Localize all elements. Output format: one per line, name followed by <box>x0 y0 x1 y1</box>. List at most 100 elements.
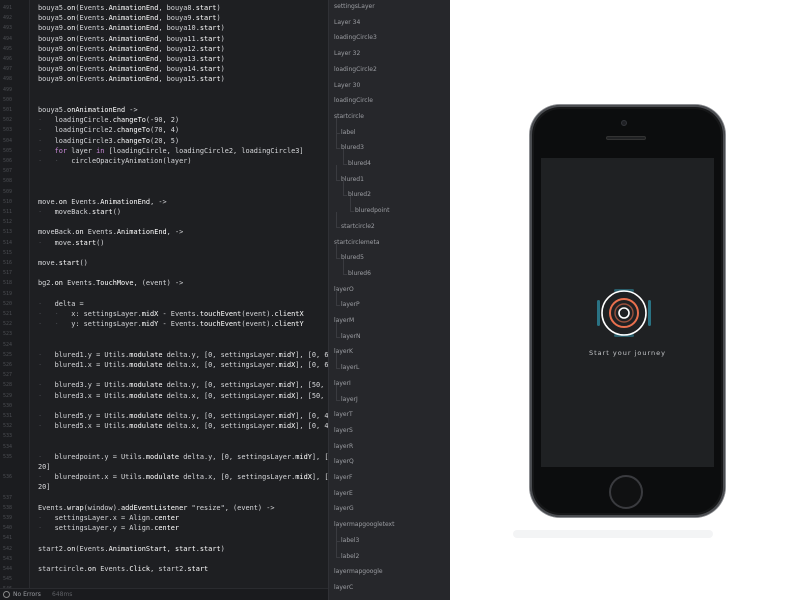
layer-item[interactable]: startcircle2 <box>341 222 375 231</box>
layer-item[interactable]: Layer 34 <box>334 18 360 27</box>
status-label: No Errors <box>13 591 41 598</box>
code-line[interactable]: move.start() <box>38 258 88 268</box>
code-line[interactable]: Events.wrap(window).addEventListener "re… <box>38 503 275 513</box>
layer-item[interactable]: settingsLayer <box>334 2 375 11</box>
code-line[interactable]: · bluredpoint.y = Utils.modulate delta.y… <box>38 452 328 462</box>
status-bar: No Errors 648ms <box>0 588 328 600</box>
code-line[interactable]: bouya9.on(Events.AnimationEnd, bouya14.s… <box>38 64 225 74</box>
code-line[interactable]: bouya9.on(Events.AnimationEnd, bouya11.s… <box>38 34 225 44</box>
line-number: 517 <box>3 270 13 277</box>
layer-item[interactable]: Layer 30 <box>334 81 360 90</box>
line-number: 494 <box>3 35 13 42</box>
code-line[interactable]: · moveBack.start() <box>38 207 121 217</box>
code-line[interactable]: · loadingCircle.changeTo(-90, 2) <box>38 115 179 125</box>
loading-ring-inner <box>614 303 634 323</box>
layer-item[interactable]: layermapgoogle <box>334 567 383 576</box>
code-line[interactable]: · blured1.y = Utils.modulate delta.y, [0… <box>38 350 328 360</box>
code-line[interactable]: · · circleOpacityAnimation(layer) <box>38 156 192 166</box>
code-line[interactable]: 20] <box>38 482 50 492</box>
line-number: 497 <box>3 66 13 73</box>
code-line[interactable]: · bluredpoint.x = Utils.modulate delta.x… <box>38 472 328 482</box>
line-number: 507 <box>3 168 13 175</box>
code-line[interactable]: · for layer in [loadingCircle, loadingCi… <box>38 146 304 156</box>
code-line[interactable]: · loadingCircle3.changeTo(20, 5) <box>38 136 179 146</box>
layer-item[interactable]: blured4 <box>348 159 371 168</box>
code-line[interactable]: · blured5.y = Utils.modulate delta.y, [0… <box>38 411 328 421</box>
code-line[interactable]: · blured3.y = Utils.modulate delta.y, [0… <box>38 380 328 390</box>
layer-item[interactable]: layerF <box>334 473 353 482</box>
code-line[interactable]: bouya5.on(Events.AnimationEnd, bouya9.st… <box>38 13 221 23</box>
layer-item[interactable]: layerT <box>334 410 353 419</box>
layer-item[interactable]: blured6 <box>348 269 371 278</box>
code-editor[interactable]: 491 492 493 494 495 496 497 498 499 500 501 502 503 5… <box>0 0 328 600</box>
layer-item[interactable]: layerC <box>334 583 353 592</box>
line-number: 506 <box>3 158 13 164</box>
layer-item[interactable]: layerS <box>334 426 353 435</box>
center-point <box>618 307 630 319</box>
code-line[interactable]: · · y: settingsLayer.midY - Events.touch… <box>38 319 304 329</box>
layer-item[interactable]: layerP <box>341 300 360 309</box>
code-line[interactable]: · delta = <box>38 299 84 309</box>
layer-item[interactable]: layerJ <box>341 395 358 404</box>
layer-item[interactable]: layermapgoogletext <box>334 520 394 529</box>
code-line[interactable]: 20] <box>38 462 50 472</box>
home-button[interactable] <box>609 475 643 509</box>
code-line[interactable]: bouya9.on(Events.AnimationEnd, bouya13.s… <box>38 54 225 64</box>
line-number: 499 <box>3 86 13 93</box>
layer-item[interactable]: Layer 32 <box>334 49 360 58</box>
layer-item[interactable]: layerE <box>334 489 353 498</box>
line-number: 533 <box>3 433 13 440</box>
code-line[interactable]: moveBack.on Events.AnimationEnd, -> <box>38 227 183 237</box>
layer-item[interactable]: blured1 <box>341 175 364 184</box>
start-circle-button[interactable] <box>594 288 654 338</box>
line-number: 519 <box>3 290 13 297</box>
line-number: 520 <box>3 300 13 307</box>
layer-item[interactable]: blured2 <box>348 190 371 199</box>
line-number: 511 <box>3 209 13 215</box>
line-number: 504 <box>3 137 13 144</box>
code-line[interactable]: · blured3.x = Utils.modulate delta.x, [0… <box>38 391 328 401</box>
layer-item[interactable]: layerG <box>334 504 354 513</box>
tree-connector <box>350 211 354 213</box>
code-line[interactable]: bg2.on Events.TouchMove, (event) -> <box>38 278 183 288</box>
code-line[interactable]: · blured1.x = Utils.modulate delta.x, [0… <box>38 360 328 370</box>
loading-ring <box>609 298 639 328</box>
code-line[interactable]: · blured5.x = Utils.modulate delta.x, [0… <box>38 421 328 431</box>
layer-item[interactable]: layerR <box>334 442 353 451</box>
tree-connector <box>336 353 337 369</box>
layer-item[interactable]: blured5 <box>341 253 364 262</box>
layer-item[interactable]: layerM <box>334 316 354 325</box>
code-line[interactable]: bouya9.on(Events.AnimationEnd, bouya15.s… <box>38 74 225 84</box>
line-number: 496 <box>3 56 13 62</box>
code-line[interactable]: bouya5.on(Events.AnimationEnd, bouya8.st… <box>38 3 221 13</box>
code-line[interactable]: bouya9.on(Events.AnimationEnd, bouya12.s… <box>38 44 225 54</box>
layer-item[interactable]: label2 <box>341 552 359 561</box>
code-line[interactable]: · settingsLayer.x = Align.center <box>38 513 179 523</box>
code-line[interactable]: startcircle.on Events.Click, start2.star… <box>38 564 208 574</box>
layer-item[interactable]: label <box>341 128 356 137</box>
line-number: 493 <box>3 25 13 32</box>
line-number: 498 <box>3 76 13 83</box>
layer-item[interactable]: bluredpoint <box>355 206 389 215</box>
layer-item[interactable]: loadingCircle3 <box>334 33 377 42</box>
layer-item[interactable]: loadingCircle <box>334 96 373 105</box>
code-line[interactable]: · move.start() <box>38 238 104 248</box>
layer-item[interactable]: layerN <box>341 332 361 341</box>
tree-connector <box>336 211 337 227</box>
code-line[interactable]: · settingsLayer.y = Align.center <box>38 523 179 533</box>
layer-item[interactable]: layerQ <box>334 457 354 466</box>
code-line[interactable]: bouya9.on(Events.AnimationEnd, bouya10.s… <box>38 23 225 33</box>
code-line[interactable]: · · x: settingsLayer.midX - Events.touch… <box>38 309 304 319</box>
code-line[interactable]: move.on Events.AnimationEnd, -> <box>38 197 167 207</box>
code-line[interactable]: · loadingCircle2.changeTo(70, 4) <box>38 125 179 135</box>
layer-item[interactable]: startcircle <box>334 112 364 121</box>
code-line[interactable]: start2.on(Events.AnimationStart, start.s… <box>38 544 225 554</box>
code-line[interactable]: bouya5.onAnimationEnd -> <box>38 105 138 115</box>
layer-item[interactable]: startcirclemeta <box>334 238 380 247</box>
line-number: 522 <box>3 321 13 328</box>
layer-item[interactable]: layerL <box>341 363 359 372</box>
layer-item[interactable]: label3 <box>341 536 359 545</box>
layer-item[interactable]: blured3 <box>341 143 364 152</box>
line-number: 492 <box>3 15 13 22</box>
layer-item[interactable]: loadingCircle2 <box>334 65 377 74</box>
